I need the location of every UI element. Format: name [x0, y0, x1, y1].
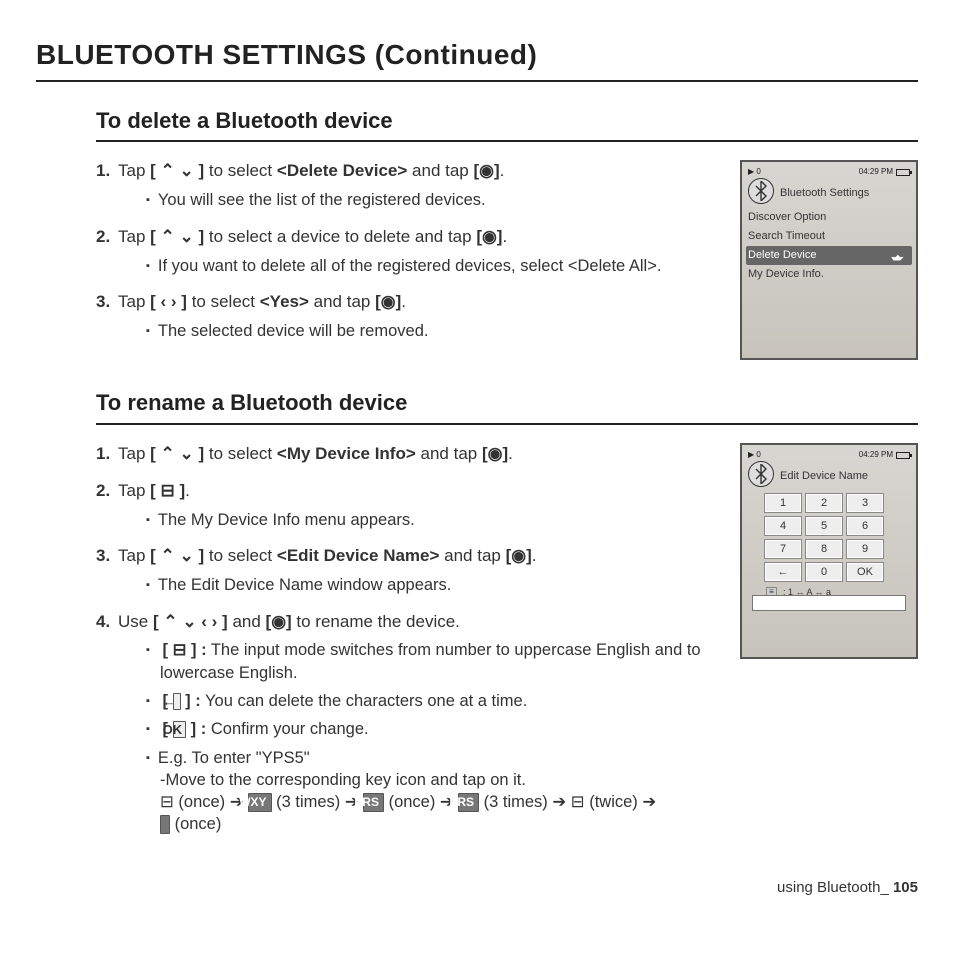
keypad-key: 7 [764, 539, 802, 559]
keypad-key: ← [764, 562, 802, 582]
step-bullet-example: E.g. To enter "YPS5"-Move to the corresp… [146, 747, 722, 836]
device-menu: Discover Option Search Timeout Delete De… [746, 208, 912, 284]
rename-steps: 1.Tap [ ⌃ ⌄ ] to select <My Device Info>… [96, 443, 722, 835]
step-bullet: [ ⊟ ] : The input mode switches from num… [146, 639, 722, 684]
keypad-key: 3 [846, 493, 884, 513]
keypad-key: 0 [805, 562, 843, 582]
keypad-key: OK [846, 562, 884, 582]
keypad-key: 2 [805, 493, 843, 513]
bluetooth-icon [748, 461, 774, 487]
step-bullet: [ OK ] : Confirm your change. [146, 718, 722, 740]
status-left: ▶ 0 [748, 167, 761, 178]
step-bullet: The My Device Info menu appears. [146, 509, 722, 531]
ok-key-icon: OK [173, 721, 187, 738]
section-heading-delete: To delete a Bluetooth device [96, 106, 918, 143]
menu-glyph-icon: ⊟ [571, 793, 585, 811]
step: 2.Tap [ ⊟ ]. The My Device Info menu app… [96, 480, 722, 531]
step-bullet: [ ← ] : You can delete the characters on… [146, 690, 722, 712]
device-keypad: 1 2 3 4 5 6 7 8 9 ← 0 OK [764, 493, 884, 582]
keypad-key: 4 [764, 516, 802, 536]
step-bullet: If you want to delete all of the registe… [146, 255, 722, 277]
page-title: BLUETOOTH SETTINGS (Continued) [36, 36, 918, 74]
key-chip: WXY [248, 793, 271, 812]
device-text-input [752, 595, 906, 611]
bluetooth-icon [748, 178, 774, 204]
keypad-key: 8 [805, 539, 843, 559]
step: 2.Tap [ ⌃ ⌄ ] to select a device to dele… [96, 226, 722, 277]
keypad-key: 1 [764, 493, 802, 513]
back-key-icon: ← [173, 693, 181, 710]
step-bullet: The selected device will be removed. [146, 320, 722, 342]
menu-item: My Device Info. [746, 265, 912, 284]
page-footer: using Bluetooth_ 105 [36, 878, 918, 898]
title-rule [36, 80, 918, 82]
step: 3.Tap [ ⌃ ⌄ ] to select <Edit Device Nam… [96, 545, 722, 596]
device-figure-settings: ▶ 0 04:29 PM Bluetooth Settings Discover… [740, 160, 918, 360]
status-left: ▶ 0 [748, 450, 761, 461]
section-heading-rename: To rename a Bluetooth device [96, 388, 918, 425]
delete-steps: 1.Tap [ ⌃ ⌄ ] to select <Delete Device> … [96, 160, 722, 342]
keypad-key: 6 [846, 516, 884, 536]
step-bullet: The Edit Device Name window appears. [146, 574, 722, 596]
key-chip: 5 [160, 815, 170, 834]
status-time: 04:29 PM [859, 167, 893, 178]
menu-item: Search Timeout [746, 227, 912, 246]
menu-item: Discover Option [746, 208, 912, 227]
step: 1.Tap [ ⌃ ⌄ ] to select <Delete Device> … [96, 160, 722, 211]
device-title: Edit Device Name [780, 469, 868, 484]
arrow-right-icon: ➔ [642, 793, 656, 811]
device-title: Bluetooth Settings [780, 186, 869, 201]
keypad-key: 9 [846, 539, 884, 559]
keypad-key: 5 [805, 516, 843, 536]
step: 4.Use [ ⌃ ⌄ ‹ › ] and [◉] to rename the … [96, 611, 722, 836]
menu-glyph-icon: ⊟ [160, 793, 174, 811]
battery-icon [896, 169, 910, 176]
step: 1.Tap [ ⌃ ⌄ ] to select <My Device Info>… [96, 443, 722, 466]
menu-item-selected: Delete Device [746, 246, 912, 265]
device-figure-keypad: ▶ 0 04:29 PM Edit Device Name 1 2 3 4 5 [740, 443, 918, 659]
battery-icon [896, 452, 910, 459]
arrow-right-icon: ➔ [552, 793, 570, 811]
key-chip: PRS [363, 793, 384, 812]
hand-cursor-icon [888, 250, 910, 262]
step: 3.Tap [ ‹ › ] to select <Yes> and tap [◉… [96, 291, 722, 342]
step-bullet: You will see the list of the registered … [146, 189, 722, 211]
key-chip: PRS [458, 793, 479, 812]
status-time: 04:29 PM [859, 450, 893, 461]
